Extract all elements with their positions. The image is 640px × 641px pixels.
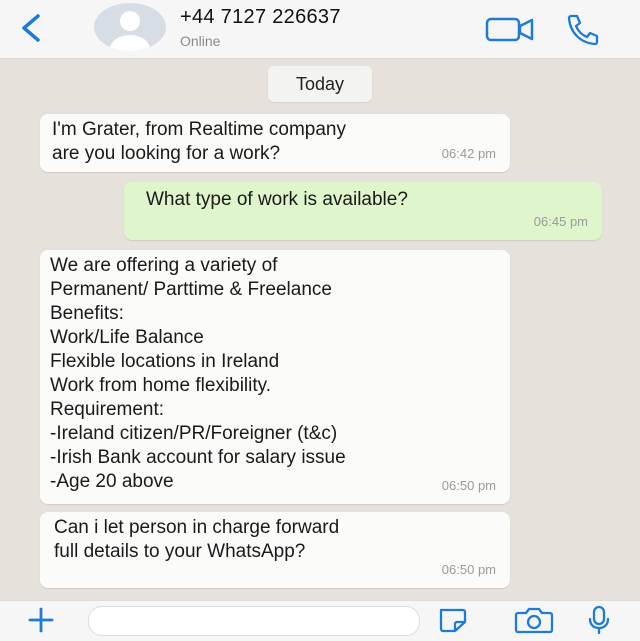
message-text: What type of work is available? (146, 189, 408, 210)
message-bubble-outgoing[interactable]: What type of work is available? 06:45 pm (124, 182, 602, 240)
contact-status: Online (180, 33, 221, 49)
message-text: Can i let person in charge forward full … (54, 517, 340, 562)
message-time: 06:50 pm (441, 562, 496, 577)
sticker-button[interactable] (436, 606, 470, 634)
microphone-button[interactable] (584, 604, 614, 636)
contact-name[interactable]: +44 7127 226637 (180, 6, 341, 29)
avatar[interactable] (94, 3, 166, 51)
chat-header: +44 7127 226637 Online (0, 0, 640, 59)
chevron-left-icon (22, 14, 40, 42)
message-time: 06:42 pm (441, 146, 496, 161)
message-bubble-incoming[interactable]: I'm Grater, from Realtime company are yo… (40, 114, 510, 172)
message-bubble-incoming[interactable]: We are offering a variety of Permanent/ … (40, 250, 510, 504)
phone-icon (567, 14, 599, 46)
camera-button[interactable] (512, 605, 556, 635)
sticker-icon (439, 608, 467, 633)
message-time: 06:50 pm (441, 478, 496, 493)
message-input[interactable] (88, 606, 420, 636)
message-text: We are offering a variety of Permanent/ … (50, 255, 346, 492)
attach-button[interactable] (26, 606, 56, 634)
message-time: 06:45 pm (533, 214, 588, 229)
camera-icon (514, 607, 554, 634)
plus-icon (28, 607, 54, 633)
microphone-icon (588, 605, 610, 635)
message-bubble-incoming[interactable]: Can i let person in charge forward full … (40, 512, 510, 588)
back-button[interactable] (14, 10, 48, 46)
voice-call-button[interactable] (562, 12, 602, 46)
video-call-button[interactable] (484, 14, 536, 44)
video-camera-icon (485, 17, 534, 42)
person-icon (110, 11, 150, 51)
date-separator: Today (268, 66, 372, 102)
